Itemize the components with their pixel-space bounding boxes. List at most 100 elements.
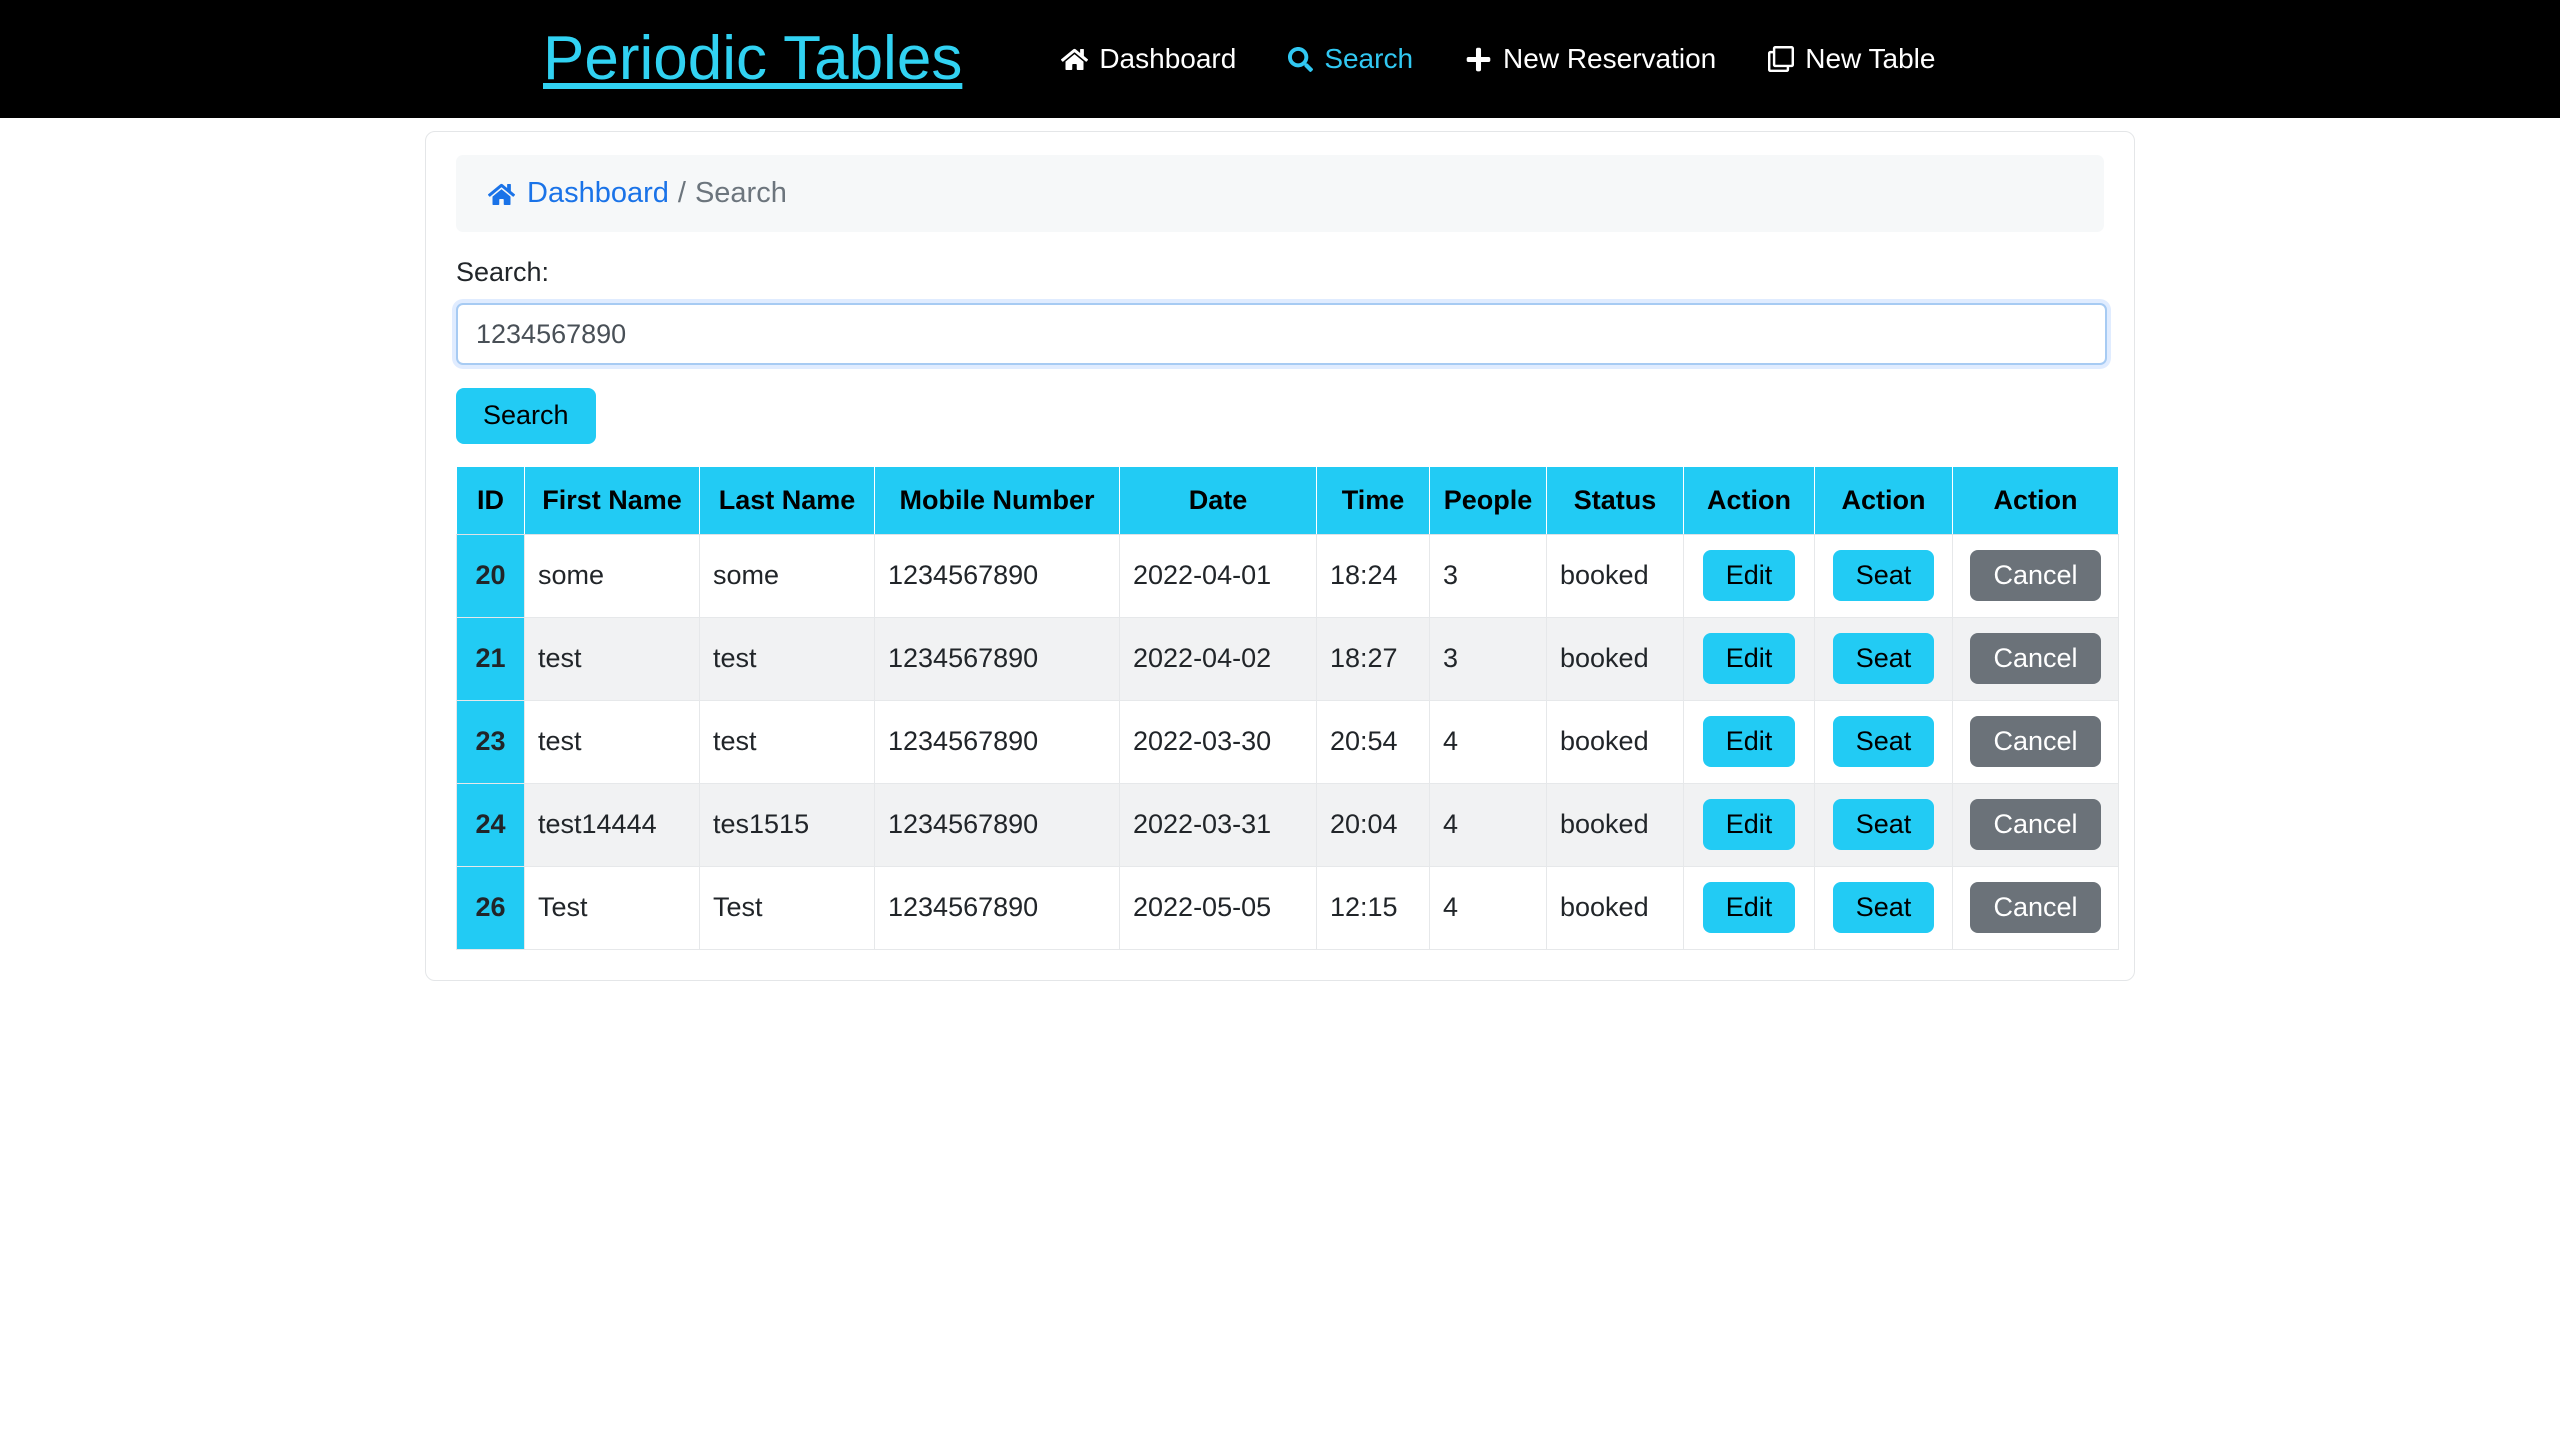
cell-action-edit: Edit xyxy=(1683,865,1815,950)
cancel-button[interactable]: Cancel xyxy=(1970,550,2101,602)
seat-button[interactable]: Seat xyxy=(1832,633,1935,685)
cell-id: 26 xyxy=(456,865,525,950)
search-button[interactable]: Search xyxy=(456,388,596,444)
cell-status: booked xyxy=(1546,865,1684,950)
seat-button[interactable]: Seat xyxy=(1832,882,1935,934)
cell-people: 3 xyxy=(1429,533,1547,618)
cell-people: 4 xyxy=(1429,865,1547,950)
page-body: Dashboard / Search Search: Search xyxy=(0,118,2560,981)
nav-item-dashboard-label: Dashboard xyxy=(1099,43,1237,74)
table-head: ID First Name Last Name Mobile Number Da… xyxy=(456,465,2119,535)
reservations-table: ID First Name Last Name Mobile Number Da… xyxy=(456,465,2119,950)
cell-last-name: test xyxy=(699,699,875,784)
nav-item-new-table-label: New Table xyxy=(1805,43,1936,74)
cell-action-cancel: Cancel xyxy=(1952,782,2119,867)
search-icon xyxy=(1288,46,1314,72)
brand-logo[interactable]: Periodic Tables xyxy=(543,28,962,90)
cell-action-edit: Edit xyxy=(1683,782,1815,867)
cell-action-cancel: Cancel xyxy=(1952,533,2119,618)
table-row: 24 test14444 tes1515 1234567890 2022-03-… xyxy=(456,782,2119,867)
nav-item-search[interactable]: Search xyxy=(1288,45,1413,73)
nav-item-new-reservation[interactable]: New Reservation xyxy=(1465,45,1716,73)
table-row: 21 test test 1234567890 2022-04-02 18:27… xyxy=(456,616,2119,701)
seat-button[interactable]: Seat xyxy=(1832,550,1935,602)
cell-action-edit: Edit xyxy=(1683,533,1815,618)
cell-date: 2022-04-01 xyxy=(1119,533,1317,618)
search-label: Search: xyxy=(456,257,550,287)
cell-action-cancel: Cancel xyxy=(1952,699,2119,784)
cell-status: booked xyxy=(1546,699,1684,784)
cell-people: 3 xyxy=(1429,616,1547,701)
cancel-button[interactable]: Cancel xyxy=(1970,633,2101,685)
cell-mobile-number: 1234567890 xyxy=(874,533,1120,618)
cell-time: 20:04 xyxy=(1316,782,1430,867)
edit-button[interactable]: Edit xyxy=(1702,716,1796,768)
card-inner: Dashboard / Search Search: Search xyxy=(456,155,2119,950)
column-header-action-edit: Action xyxy=(1683,465,1815,535)
cell-action-seat: Seat xyxy=(1814,865,1953,950)
edit-button[interactable]: Edit xyxy=(1702,633,1796,685)
cell-date: 2022-04-02 xyxy=(1119,616,1317,701)
cancel-button[interactable]: Cancel xyxy=(1970,716,2101,768)
breadcrumb-current: Search xyxy=(694,177,787,209)
search-input[interactable] xyxy=(456,303,2107,365)
column-header-action-seat: Action xyxy=(1814,465,1953,535)
cell-first-name: Test xyxy=(524,865,700,950)
column-header-mobile-number: Mobile Number xyxy=(874,465,1120,535)
cell-status: booked xyxy=(1546,782,1684,867)
cell-id: 20 xyxy=(456,533,525,618)
column-header-people: People xyxy=(1429,465,1547,535)
cell-first-name: test xyxy=(524,616,700,701)
breadcrumb-separator: / xyxy=(677,177,686,209)
column-header-last-name: Last Name xyxy=(699,465,875,535)
cell-date: 2022-03-30 xyxy=(1119,699,1317,784)
cell-last-name: Test xyxy=(699,865,875,950)
search-card: Dashboard / Search Search: Search xyxy=(425,131,2135,981)
cell-id: 21 xyxy=(456,616,525,701)
cell-action-edit: Edit xyxy=(1683,616,1815,701)
nav-item-new-table[interactable]: New Table xyxy=(1768,45,1935,73)
cell-first-name: test14444 xyxy=(524,782,700,867)
cell-people: 4 xyxy=(1429,699,1547,784)
cell-mobile-number: 1234567890 xyxy=(874,699,1120,784)
top-navbar: Periodic Tables Dashboard Search New Res… xyxy=(0,0,2560,118)
cell-action-cancel: Cancel xyxy=(1952,865,2119,950)
cell-action-seat: Seat xyxy=(1814,616,1953,701)
cell-time: 18:24 xyxy=(1316,533,1430,618)
cell-action-seat: Seat xyxy=(1814,782,1953,867)
cell-action-seat: Seat xyxy=(1814,699,1953,784)
table-header-row: ID First Name Last Name Mobile Number Da… xyxy=(456,465,2119,535)
edit-button[interactable]: Edit xyxy=(1702,882,1796,934)
table-row: 23 test test 1234567890 2022-03-30 20:54… xyxy=(456,699,2119,784)
home-icon xyxy=(488,181,515,208)
cell-action-cancel: Cancel xyxy=(1952,616,2119,701)
cell-last-name: some xyxy=(699,533,875,618)
seat-button[interactable]: Seat xyxy=(1832,716,1935,768)
cell-id: 23 xyxy=(456,699,525,784)
cell-last-name: test xyxy=(699,616,875,701)
breadcrumb-link-dashboard[interactable]: Dashboard xyxy=(527,177,669,210)
edit-button[interactable]: Edit xyxy=(1702,550,1796,602)
column-header-id: ID xyxy=(456,465,525,535)
nav-item-dashboard[interactable]: Dashboard xyxy=(1061,45,1236,73)
table-row: 20 some some 1234567890 2022-04-01 18:24… xyxy=(456,533,2119,618)
table-body: 20 some some 1234567890 2022-04-01 18:24… xyxy=(456,533,2119,950)
cell-time: 18:27 xyxy=(1316,616,1430,701)
clone-icon xyxy=(1768,46,1795,72)
search-form: Search: Search xyxy=(456,257,2107,444)
breadcrumb: Dashboard / Search xyxy=(456,155,2104,232)
column-header-action-cancel: Action xyxy=(1952,465,2119,535)
seat-button[interactable]: Seat xyxy=(1832,799,1935,851)
cell-time: 20:54 xyxy=(1316,699,1430,784)
cell-mobile-number: 1234567890 xyxy=(874,616,1120,701)
cell-time: 12:15 xyxy=(1316,865,1430,950)
column-header-first-name: First Name xyxy=(524,465,700,535)
cell-last-name: tes1515 xyxy=(699,782,875,867)
cancel-button[interactable]: Cancel xyxy=(1970,882,2101,934)
cell-first-name: some xyxy=(524,533,700,618)
cell-status: booked xyxy=(1546,616,1684,701)
cell-status: booked xyxy=(1546,533,1684,618)
edit-button[interactable]: Edit xyxy=(1702,799,1796,851)
cancel-button[interactable]: Cancel xyxy=(1970,799,2101,851)
cell-date: 2022-03-31 xyxy=(1119,782,1317,867)
